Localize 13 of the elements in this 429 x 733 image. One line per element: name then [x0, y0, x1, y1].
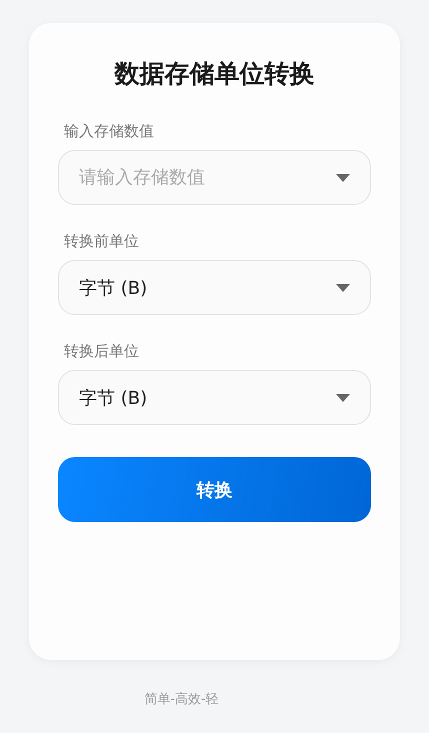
page-title: 数据存储单位转换: [114, 58, 314, 90]
convert-button[interactable]: 转换: [58, 457, 371, 522]
input-field[interactable]: 请输入存储数值: [79, 167, 319, 188]
unit-select[interactable]: 字节 (B): [58, 370, 371, 425]
combo-field[interactable]: 请输入存储数值: [58, 150, 371, 205]
field-label: 输入存储数值: [64, 122, 154, 141]
caret-icon: [336, 174, 350, 182]
unit-select[interactable]: 字节 (B): [58, 260, 371, 315]
footer-text: 简单-高效-轻: [144, 691, 219, 708]
field-label: 转换后单位: [64, 342, 139, 361]
field-label: 转换前单位: [64, 232, 139, 251]
caret-icon: [336, 394, 350, 402]
caret-icon: [336, 284, 350, 292]
